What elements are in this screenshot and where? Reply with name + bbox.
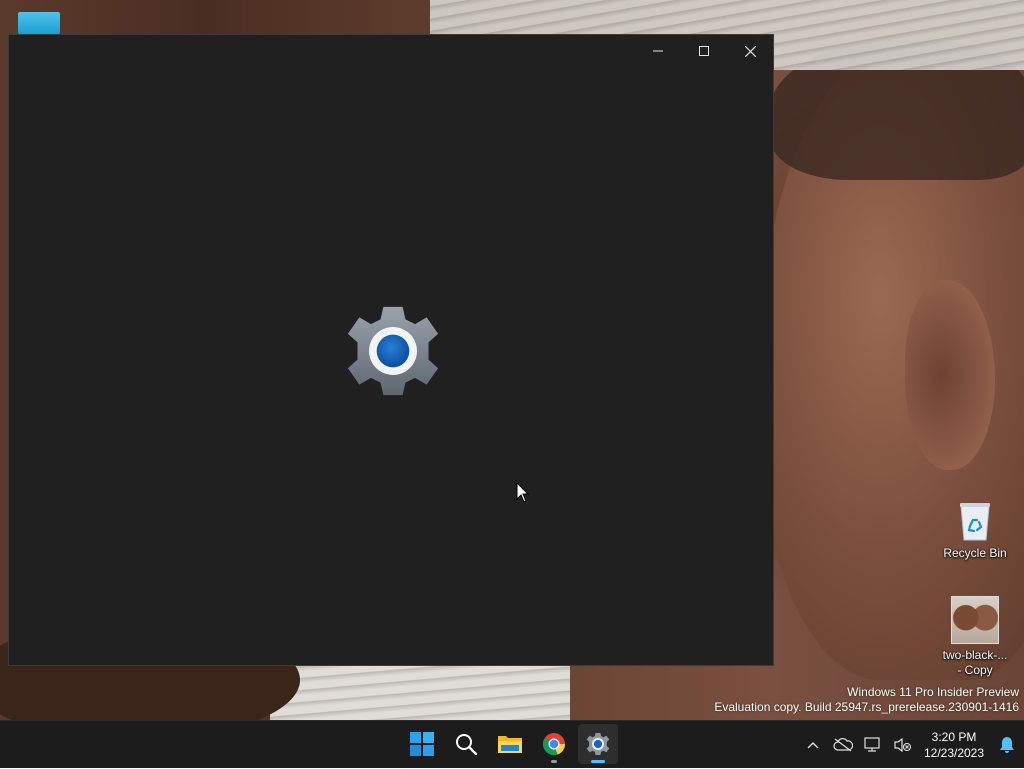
active-indicator — [591, 760, 605, 763]
photo-file-label: two-black-... - Copy — [942, 648, 1008, 677]
network-icon — [864, 737, 880, 752]
minimize-button[interactable] — [635, 35, 681, 67]
settings-gear-icon — [586, 732, 610, 756]
taskbar-apps — [402, 724, 618, 766]
taskbar: 3:20 PM 12/23/2023 — [0, 720, 1024, 768]
cloud-offline-icon — [833, 738, 853, 752]
close-button[interactable] — [727, 35, 773, 67]
close-icon — [744, 45, 756, 57]
search-icon — [456, 734, 478, 756]
settings-gear-icon — [347, 306, 439, 396]
minimize-icon — [653, 50, 663, 52]
photo-file-shortcut[interactable]: two-black-... - Copy — [933, 596, 1017, 678]
settings-window — [8, 34, 774, 666]
clock[interactable]: 3:20 PM 12/23/2023 — [918, 729, 990, 761]
maximize-button[interactable] — [681, 35, 727, 67]
onedrive-button[interactable] — [828, 725, 858, 765]
settings-taskbar-button[interactable] — [578, 724, 618, 764]
show-hidden-icons-button[interactable] — [798, 725, 828, 765]
watermark-line-1: Windows 11 Pro Insider Preview — [847, 685, 1019, 699]
watermark-line-2: Evaluation copy. Build 25947.rs_prerelea… — [714, 700, 1019, 714]
window-controls — [635, 35, 773, 67]
volume-muted-icon — [894, 737, 912, 753]
image-thumbnail-icon — [951, 596, 999, 644]
windows-start-icon — [410, 732, 434, 756]
recycle-bin-shortcut[interactable]: Recycle Bin — [933, 500, 1017, 561]
bell-icon — [1000, 737, 1014, 753]
system-tray: 3:20 PM 12/23/2023 — [798, 721, 1024, 769]
maximize-icon — [699, 46, 709, 56]
clock-time: 3:20 PM — [931, 730, 977, 744]
recycle-bin-label: Recycle Bin — [943, 546, 1007, 560]
clock-date: 12/23/2023 — [923, 746, 985, 760]
search-button[interactable] — [446, 724, 486, 764]
file-explorer-button[interactable] — [490, 724, 530, 764]
chrome-icon — [543, 733, 566, 756]
folder-icon — [498, 736, 522, 753]
chrome-button[interactable] — [534, 724, 574, 764]
volume-button[interactable] — [888, 725, 918, 765]
start-button[interactable] — [402, 724, 442, 764]
wallpaper-shape — [270, 662, 570, 720]
mouse-cursor-icon — [516, 482, 530, 503]
running-indicator — [551, 760, 557, 763]
desktop-folder-icon[interactable] — [18, 12, 60, 34]
notifications-button[interactable] — [990, 725, 1024, 765]
chevron-up-icon — [807, 742, 819, 749]
evaluation-watermark: Windows 11 Pro Insider Preview Evaluatio… — [714, 685, 1019, 715]
network-button[interactable] — [858, 725, 888, 765]
recycle-bin-icon — [955, 500, 995, 542]
